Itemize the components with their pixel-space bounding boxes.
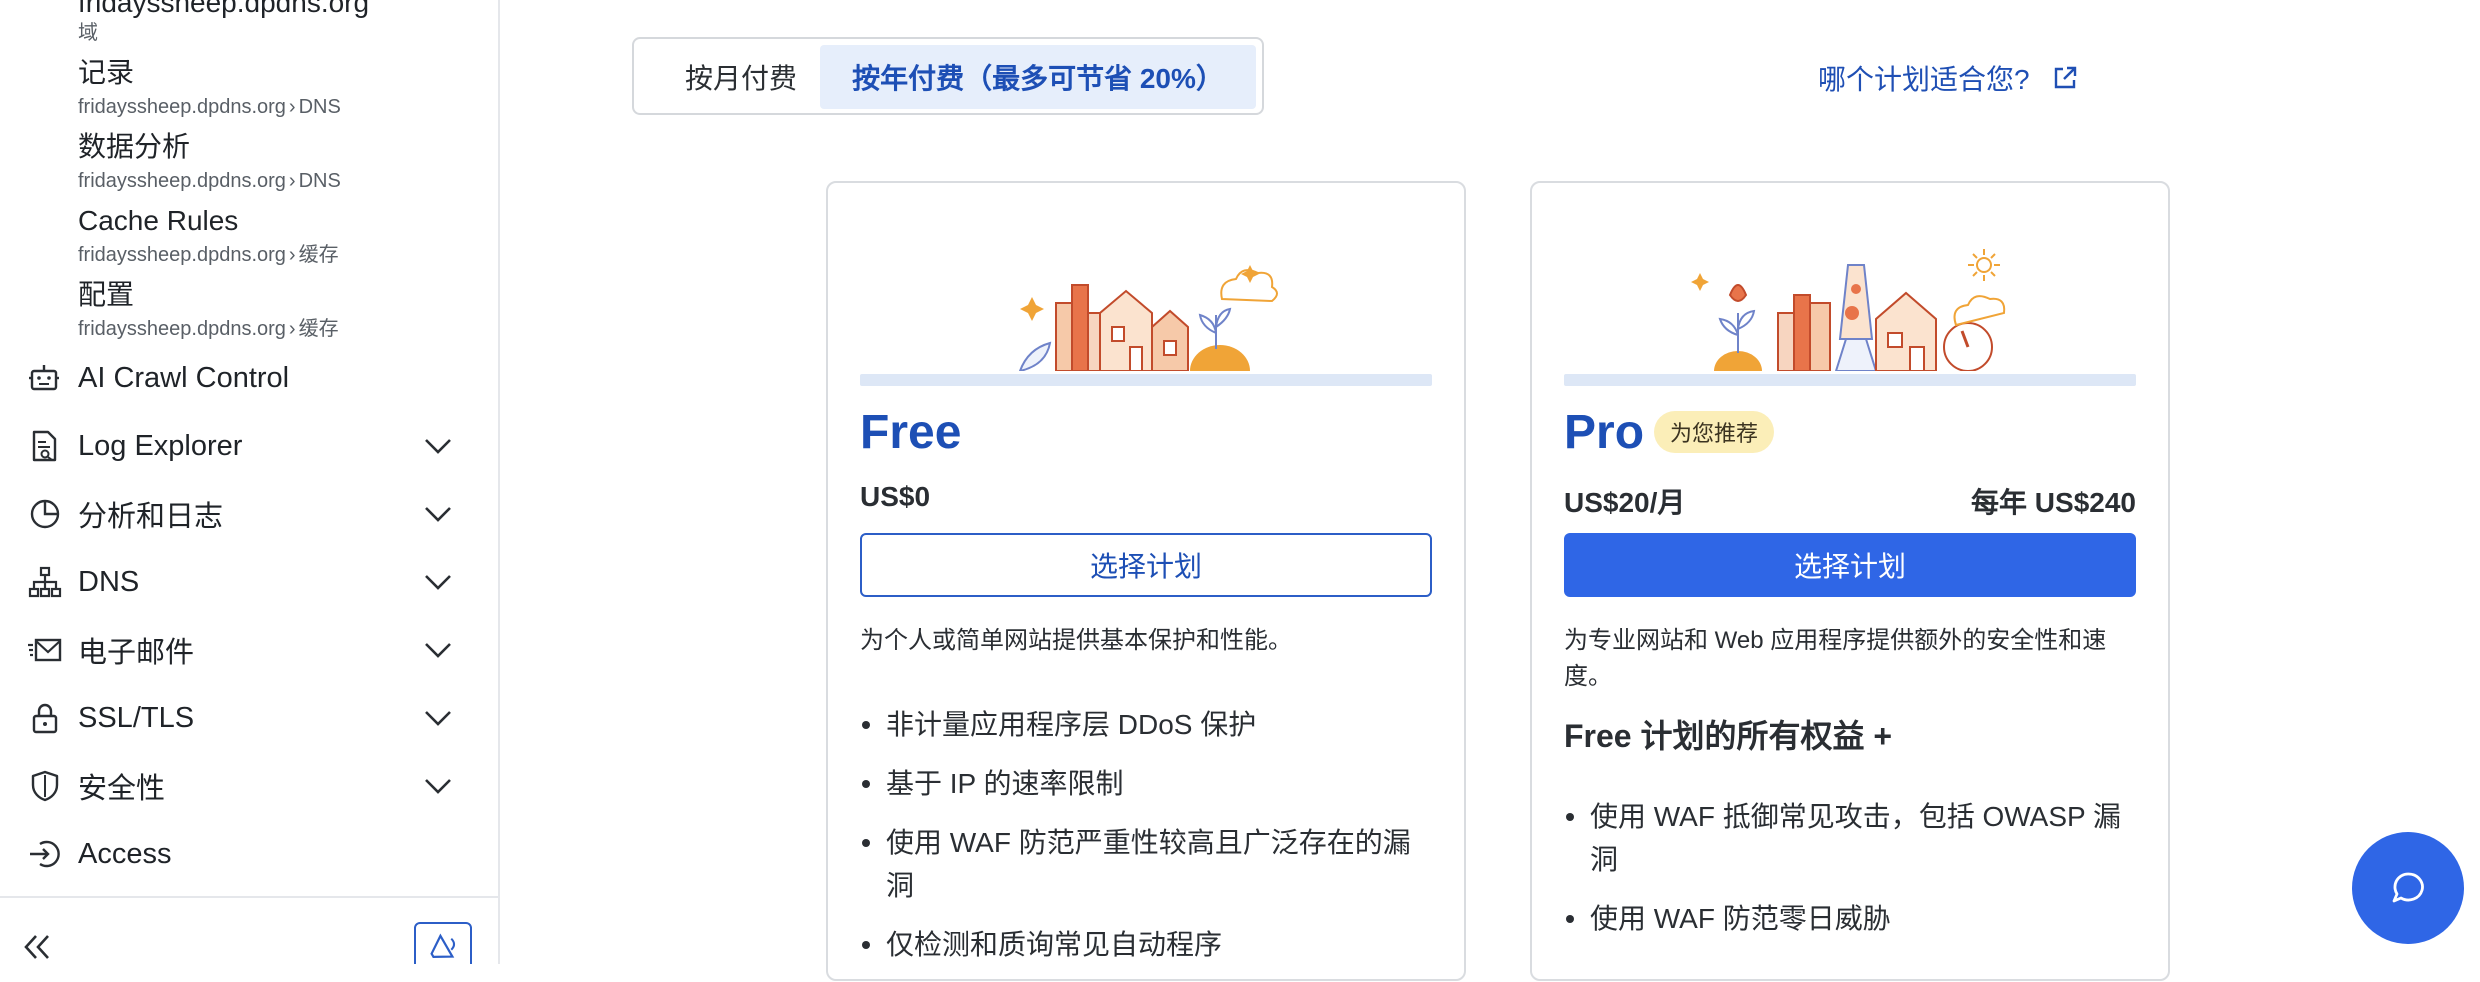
plan-card-free: Free US$0 选择计划 为个人或简单网站提供基本保护和性能。 非计量应用程…	[826, 181, 1466, 981]
sidebar-subitem-title: Cache Rules	[78, 205, 239, 236]
sidebar-subitem-path: fridayssheep.dpdns.org › 缓存	[78, 318, 339, 340]
billing-yearly-option[interactable]: 按年付费（最多可节省 20%）	[820, 45, 1256, 109]
select-plan-button-pro[interactable]: 选择计划	[1564, 533, 2136, 597]
list-item: 使用 WAF 防范零日威胁	[1564, 897, 2136, 940]
free-plan-illustration-icon	[1018, 265, 1278, 371]
billing-period-toggle: 按月付费 按年付费（最多可节省 20%）	[632, 37, 1264, 115]
plan-description: 为个人或简单网站提供基本保护和性能。	[860, 627, 1292, 654]
chevron-down-icon	[425, 779, 451, 794]
sidebar-item-ai-crawl-control[interactable]: AI Crawl Control	[0, 349, 498, 407]
external-link-icon	[2054, 66, 2076, 89]
sidebar-item-label: SSL/TLS	[78, 701, 195, 734]
sidebar-item-security[interactable]: 安全性	[0, 757, 498, 815]
sidebar-subitem-config[interactable]: 配置 fridayssheep.dpdns.org › 缓存	[78, 278, 478, 342]
select-plan-button-free[interactable]: 选择计划	[860, 533, 1432, 597]
sidebar-item-dns[interactable]: DNS	[0, 553, 498, 611]
sidebar-subitem-title: 记录	[78, 57, 135, 88]
log-explorer-icon	[32, 430, 57, 462]
sidebar-item-log-explorer[interactable]: Log Explorer	[0, 417, 498, 475]
sidebar-item-email[interactable]: 电子邮件	[0, 621, 498, 679]
plan-name: Pro	[1564, 406, 1645, 459]
robot-icon	[29, 365, 59, 391]
access-icon	[30, 840, 60, 868]
announcements-button[interactable]	[414, 922, 472, 964]
chevron-down-icon	[425, 711, 451, 726]
plan-description: 为专业网站和 Web 应用程序提供额外的安全性和速度。	[1564, 627, 2107, 690]
sidebar: fridayssheep.dpdns.org 域 记录 fridayssheep…	[0, 0, 500, 964]
sidebar-item-ssl-tls[interactable]: SSL/TLS	[0, 689, 498, 747]
plan-card-pro: Pro 为您推荐 US$20/月 每年 US$240 选择计划 为专业网站和 W…	[1530, 181, 2170, 981]
plan-name: Free	[860, 406, 962, 459]
plan-price: US$20/月	[1564, 487, 1686, 518]
chevron-down-icon	[425, 507, 451, 522]
megaphone-icon	[430, 933, 456, 958]
sidebar-item-label: Log Explorer	[78, 429, 243, 462]
sidebar-subitem-title: 配置	[78, 279, 135, 310]
plan-price: US$0	[860, 481, 931, 512]
sidebar-item-label: 安全性	[78, 773, 166, 805]
list-item: 使用 WAF 防范严重性较高且广泛存在的漏洞	[860, 821, 1432, 907]
sidebar-item-label: 电子邮件	[78, 637, 195, 669]
sidebar-subitem-subtitle: 域	[78, 22, 98, 44]
billing-monthly-option[interactable]: 按月付费	[640, 45, 842, 109]
illustration-ground	[1564, 374, 2136, 386]
sidebar-subitem-path: fridayssheep.dpdns.org › 缓存	[78, 244, 339, 266]
which-plan-link[interactable]: 哪个计划适合您?	[1818, 58, 2078, 98]
recommended-badge: 为您推荐	[1654, 411, 1775, 453]
pro-plan-illustration-icon	[1691, 249, 2006, 371]
list-item: 非计量应用程序层 DDoS 保护	[860, 703, 1432, 746]
sidebar-subitem-domain[interactable]: fridayssheep.dpdns.org 域	[78, 0, 478, 46]
sidebar-subitem-records[interactable]: 记录 fridayssheep.dpdns.org › DNS	[78, 56, 478, 120]
sidebar-subitem-title: fridayssheep.dpdns.org	[78, 0, 370, 18]
sidebar-subitem-analytics[interactable]: 数据分析 fridayssheep.dpdns.org › DNS	[78, 130, 478, 194]
list-item: 仅检测和质询常见自动程序	[860, 923, 1432, 966]
chevron-down-icon	[425, 439, 451, 454]
sidebar-item-analytics-logs[interactable]: 分析和日志	[0, 485, 498, 543]
chevron-down-icon	[425, 575, 451, 590]
list-item: 使用 WAF 抵御常见攻击，包括 OWASP 漏洞	[1564, 795, 2136, 881]
chevron-down-icon	[425, 643, 451, 658]
plan-price-yearly: 每年 US$240	[1971, 487, 2136, 518]
shield-icon	[31, 770, 59, 802]
plan-includes-heading: Free 计划的所有权益 +	[1564, 718, 1893, 754]
network-icon	[28, 566, 62, 598]
sidebar-subitem-title: 数据分析	[78, 131, 191, 162]
sidebar-subitem-cache-rules[interactable]: Cache Rules fridayssheep.dpdns.org › 缓存	[78, 204, 478, 268]
sidebar-footer	[0, 896, 498, 964]
pie-chart-icon	[30, 499, 60, 529]
collapse-sidebar-icon[interactable]	[20, 932, 56, 962]
sidebar-item-label: AI Crawl Control	[78, 361, 290, 394]
sidebar-item-label: 分析和日志	[78, 501, 224, 533]
email-icon	[28, 638, 62, 662]
sidebar-subitem-path: fridayssheep.dpdns.org › DNS	[78, 96, 341, 118]
plan-feature-list: 非计量应用程序层 DDoS 保护 基于 IP 的速率限制 使用 WAF 防范严重…	[860, 703, 1432, 982]
sidebar-item-label: Access	[78, 837, 172, 870]
sidebar-item-access[interactable]: Access	[0, 825, 498, 883]
lock-icon	[32, 703, 58, 734]
list-item: 基于 IP 的速率限制	[860, 762, 1432, 805]
sidebar-item-label: DNS	[78, 565, 140, 598]
chat-button[interactable]	[2352, 832, 2464, 944]
chat-bubble-icon	[2392, 872, 2424, 903]
sidebar-subitem-path: fridayssheep.dpdns.org › DNS	[78, 170, 341, 192]
plan-feature-list: 使用 WAF 抵御常见攻击，包括 OWASP 漏洞 使用 WAF 防范零日威胁	[1564, 795, 2136, 956]
which-plan-link-label: 哪个计划适合您?	[1818, 64, 2030, 95]
illustration-ground	[860, 374, 1432, 386]
